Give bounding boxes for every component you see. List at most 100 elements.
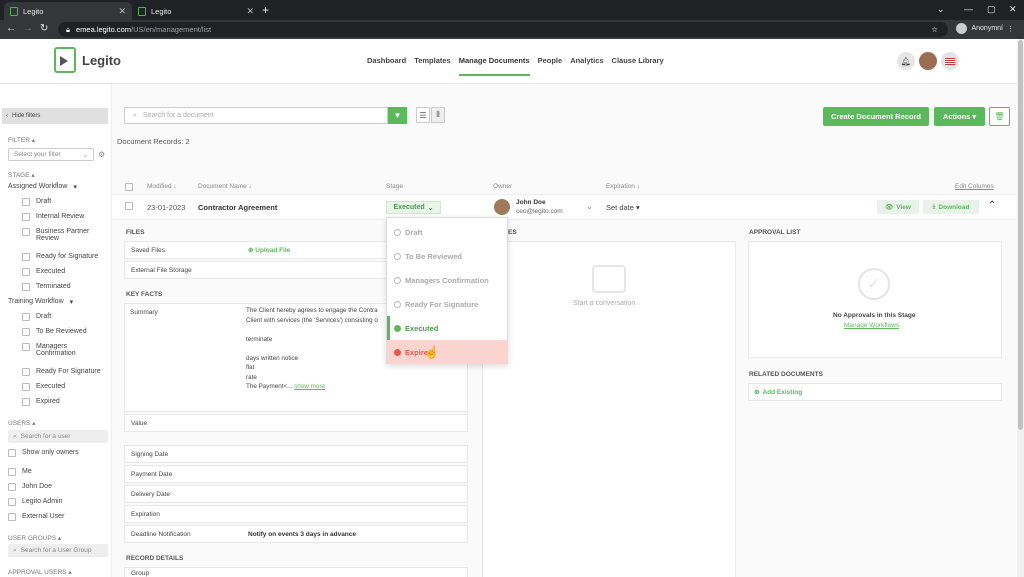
stage-dropdown-button[interactable]: Executed ⌄ (386, 201, 441, 214)
owner-chevron-down-icon[interactable]: ⌄ (586, 202, 593, 211)
stage-checkbox[interactable]: Expired (22, 398, 60, 406)
checkbox[interactable] (22, 213, 30, 221)
bookmark-star-icon[interactable]: ☆ (931, 25, 938, 34)
stage-checkbox[interactable]: Executed (22, 268, 65, 276)
user-checkbox[interactable]: Legito Admin (8, 498, 62, 506)
maximize-icon[interactable]: ▢ (987, 4, 996, 15)
user-checkbox[interactable]: External User (8, 513, 64, 521)
checkbox[interactable] (22, 228, 30, 236)
stage-checkbox[interactable]: To Be Reviewed (22, 328, 87, 336)
notifications-bell-icon[interactable]: 🔔︎ (897, 52, 915, 70)
new-tab-icon[interactable]: + (262, 3, 269, 17)
show-only-owners-checkbox[interactable]: Show only owners (8, 449, 79, 457)
stage-checkbox[interactable]: Internal Review (22, 213, 84, 221)
user-checkbox[interactable]: John Doe (8, 483, 52, 491)
address-bar[interactable]: 🔒︎ emea.legito.com/US/en/management/list… (58, 22, 948, 37)
stage-option-executed[interactable]: Executed (387, 316, 508, 340)
delivery-date-row[interactable]: Delivery Date (124, 485, 468, 503)
checkbox[interactable] (22, 328, 30, 336)
column-stage[interactable]: Stage (386, 183, 403, 190)
set-expiration-date[interactable]: Set date ▾ (606, 203, 640, 212)
stage-option-expired[interactable]: Expired (387, 340, 508, 364)
stage-checkbox[interactable]: Ready For Signature (22, 368, 101, 376)
column-view-toggle[interactable]: ⦀ (431, 107, 445, 123)
value-row[interactable]: Value (124, 414, 468, 432)
row-document-name[interactable]: Contractor Agreement (198, 203, 277, 212)
close-tab-icon[interactable]: ✕ (118, 6, 126, 17)
manage-workflows-link[interactable]: Manage Workflows (844, 322, 899, 329)
show-more-link[interactable]: show more (294, 383, 325, 390)
nav-manage-documents[interactable]: Manage Documents (458, 56, 530, 76)
assigned-workflow-toggle[interactable]: Assigned Workflow ▾ (8, 183, 77, 191)
stage-option-to-be-reviewed[interactable]: To Be Reviewed (387, 244, 508, 268)
tab-search-icon[interactable]: ⌄ (937, 4, 945, 15)
column-owner[interactable]: Owner (493, 183, 512, 190)
menu-dots-icon[interactable]: ⋮ (1007, 25, 1014, 33)
profile-button[interactable]: Anonymní ⋮ (956, 23, 1014, 34)
checkbox[interactable] (22, 253, 30, 261)
upload-file-link[interactable]: ⊕ Upload File (248, 246, 290, 254)
filter-button[interactable]: ▼ (388, 107, 407, 124)
list-view-toggle[interactable]: ☰ (416, 107, 430, 123)
legito-logo[interactable]: Legito (54, 47, 121, 73)
select-all-checkbox[interactable] (125, 183, 133, 191)
filter-select[interactable]: Select your filter ⌄ (8, 148, 94, 161)
scrollbar-thumb[interactable] (1018, 40, 1023, 430)
language-flag-icon[interactable] (941, 52, 959, 70)
reload-icon[interactable]: ↻ (40, 23, 48, 34)
document-search-input[interactable]: ⌕ Search for a document (124, 107, 388, 124)
expiration-row[interactable]: Expiration (124, 505, 468, 523)
browser-tab[interactable]: Legito ✕ (4, 2, 132, 20)
checkbox[interactable] (22, 343, 30, 351)
column-modified[interactable]: Modified ↓ (147, 183, 177, 190)
stage-option-draft[interactable]: Draft (387, 220, 508, 244)
checkbox[interactable] (22, 383, 30, 391)
view-button[interactable]: 👁︎ View (877, 200, 919, 214)
user-group-search-input[interactable]: ⌕ Search for a User Group (8, 544, 108, 557)
user-checkbox[interactable]: Me (8, 468, 32, 476)
column-expiration[interactable]: Expiration ↓ (606, 183, 640, 190)
close-tab-icon[interactable]: ✕ (246, 6, 254, 17)
start-conversation-text[interactable]: Start a conversation (573, 300, 635, 307)
stage-checkbox[interactable]: Business Partner Review (22, 228, 102, 242)
stage-option-managers-confirmation[interactable]: Managers Confirmation (387, 268, 508, 292)
download-button[interactable]: ⤓ Download (923, 200, 979, 214)
checkbox[interactable] (22, 313, 30, 321)
stage-checkbox[interactable]: Draft (22, 198, 51, 206)
stage-checkbox[interactable]: Managers Confirmation (22, 343, 94, 357)
signing-date-row[interactable]: Signing Date (124, 445, 468, 463)
forward-icon[interactable]: → (23, 23, 33, 34)
stage-option-ready-for-signature[interactable]: Ready For Signature (387, 292, 508, 316)
group-row[interactable]: Group (124, 567, 468, 577)
edit-columns-link[interactable]: Edit Columns (955, 183, 994, 190)
nav-analytics[interactable]: Analytics (570, 56, 603, 76)
browser-tab[interactable]: Legito ✕ (132, 2, 260, 20)
stage-checkbox[interactable]: Executed (22, 383, 65, 391)
checkbox[interactable] (22, 268, 30, 276)
back-icon[interactable]: ← (6, 23, 16, 34)
collapse-chevron-up-icon[interactable]: ⌃ (988, 200, 996, 211)
stage-checkbox[interactable]: Terminated (22, 283, 71, 291)
checkbox[interactable] (22, 368, 30, 376)
create-document-record-button[interactable]: Create Document Record (823, 107, 929, 126)
user-search-input[interactable]: ⌕ Search for a user (8, 430, 108, 443)
checkbox[interactable] (22, 283, 30, 291)
column-document-name[interactable]: Document Name ↓ (198, 183, 252, 190)
training-workflow-toggle[interactable]: Training Workflow ▾ (8, 298, 73, 306)
minimize-icon[interactable]: — (964, 4, 973, 14)
stage-checkbox[interactable]: Draft (22, 313, 51, 321)
nav-people[interactable]: People (538, 56, 563, 76)
user-avatar[interactable] (919, 52, 937, 70)
stage-checkbox[interactable]: Ready for Signature (22, 253, 98, 261)
close-window-icon[interactable]: ✕ (1009, 4, 1017, 15)
add-existing-button[interactable]: ⊕ Add Existing (748, 383, 1002, 401)
gear-icon[interactable]: ⚙ (98, 150, 105, 159)
actions-button[interactable]: Actions ▾ (934, 107, 985, 126)
hide-filters-button[interactable]: ‹ Hide filters (2, 108, 108, 124)
trash-icon[interactable]: 🗑︎ (989, 107, 1010, 126)
checkbox[interactable] (22, 198, 30, 206)
nav-dashboard[interactable]: Dashboard (367, 56, 406, 76)
payment-date-row[interactable]: Payment Date (124, 465, 468, 483)
deadline-notification-row[interactable]: Deadline Notification Notify on events 3 … (124, 525, 468, 543)
nav-clause-library[interactable]: Clause Library (612, 56, 664, 76)
